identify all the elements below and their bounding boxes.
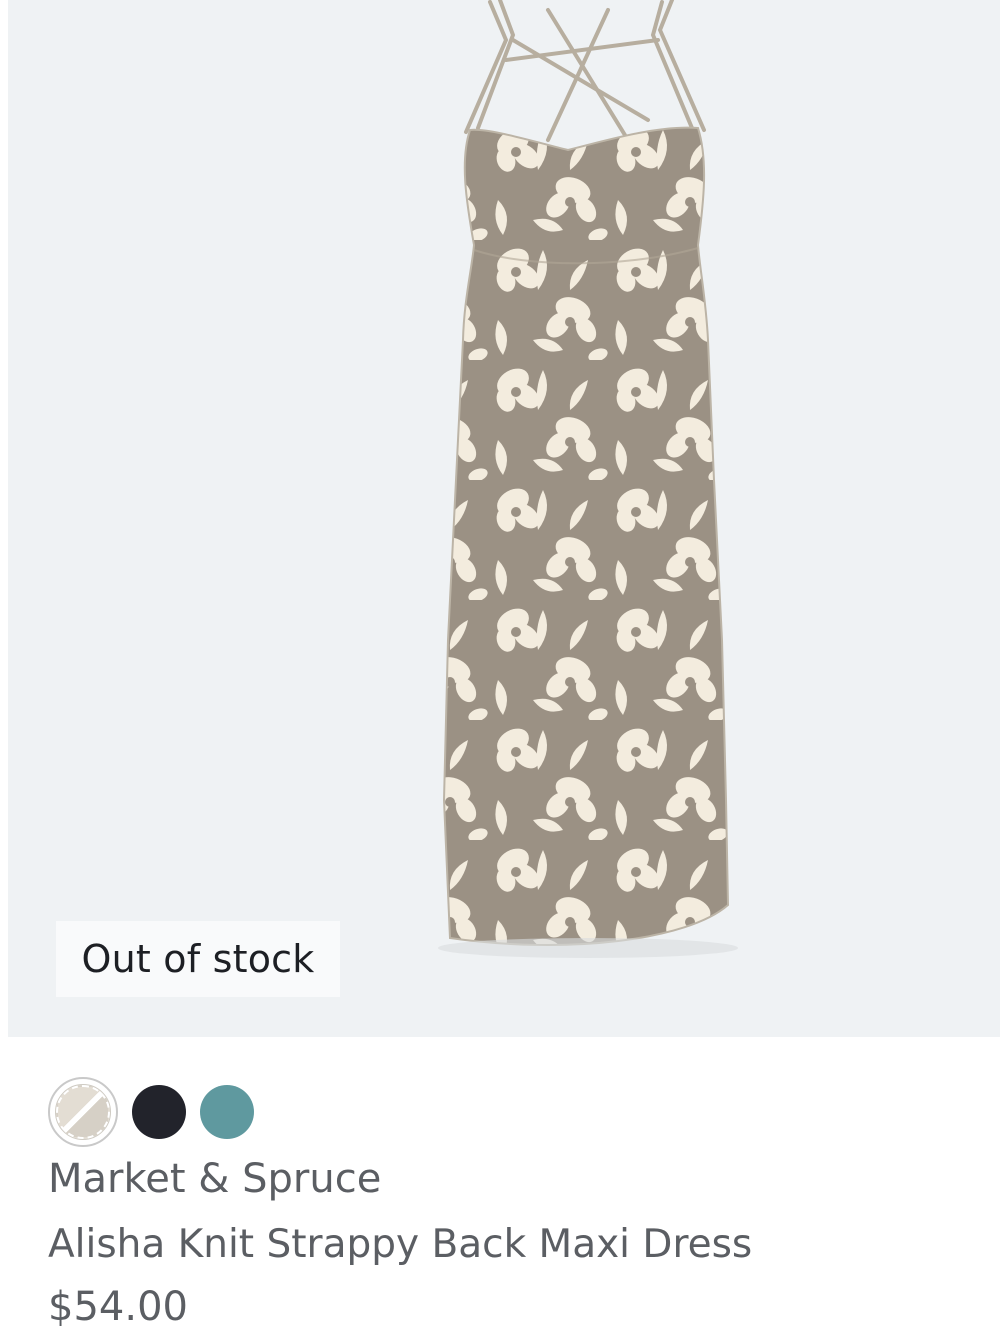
brand-name[interactable]: Market & Spruce <box>48 1156 381 1202</box>
dress-image <box>438 0 738 958</box>
swatch-cream-floral[interactable] <box>48 1077 118 1147</box>
color-swatches <box>48 1077 254 1147</box>
swatch-teal[interactable] <box>200 1085 254 1139</box>
product-title[interactable]: Alisha Knit Strappy Back Maxi Dress <box>48 1222 752 1267</box>
product-price: $54.00 <box>48 1284 188 1330</box>
cream-floral-swatch-icon <box>55 1084 111 1140</box>
out-of-stock-badge: Out of stock <box>56 921 340 997</box>
product-card[interactable]: Out of stock Market & Spruce Alisha Knit… <box>0 0 1000 1333</box>
swatch-black[interactable] <box>132 1085 186 1139</box>
product-image[interactable]: Out of stock <box>8 0 1000 1037</box>
